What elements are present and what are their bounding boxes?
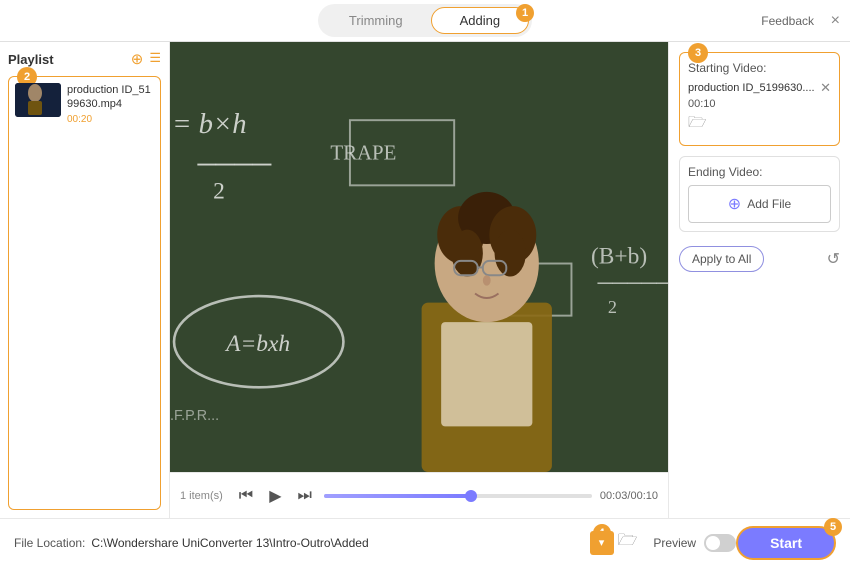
svg-text:A=bxh: A=bxh <box>224 331 290 357</box>
starting-video-section: 3 Starting Video: production ID_5199630.… <box>679 52 840 146</box>
svg-text:2: 2 <box>608 297 617 317</box>
apply-to-all-button[interactable]: Apply to All <box>679 246 764 272</box>
start-button-wrap: 5 Start <box>736 526 836 560</box>
section-badge-3: 3 <box>688 43 708 63</box>
starting-video-clear-button[interactable]: ✕ <box>820 81 831 94</box>
ending-video-section: Ending Video: ⊕ Add File <box>679 156 840 232</box>
playlist-icons: ⊕ ☰ <box>131 50 161 68</box>
main-layout: Playlist ⊕ ☰ 2 <box>0 42 850 518</box>
top-bar: Trimming Adding 1 Feedback × <box>0 0 850 42</box>
thumbnail <box>15 83 61 117</box>
starting-video-label: Starting Video: <box>688 61 831 75</box>
file-location-label: File Location: <box>14 536 85 550</box>
playlist-title: Playlist <box>8 52 54 67</box>
item-name: production ID_5199630.mp4 <box>67 83 154 112</box>
svg-text:P.D.F.P.R...: P.D.F.P.R... <box>170 408 219 424</box>
feedback-link[interactable]: Feedback <box>761 14 814 28</box>
tab-group: Trimming Adding 1 <box>318 4 532 37</box>
apply-section: Apply to All ↺ <box>679 246 840 272</box>
starting-video-browse-button[interactable]: 🗁 <box>688 112 707 137</box>
close-button[interactable]: × <box>831 13 840 29</box>
starting-video-filename: production ID_5199630.... <box>688 82 816 94</box>
ending-video-label: Ending Video: <box>688 165 831 179</box>
progress-fill <box>324 494 471 498</box>
bottom-bar: File Location: C:\Wondershare UniConvert… <box>0 518 850 566</box>
controls-bar: 1 item(s) ⏮ ▶ ⏭ 00:03/00:10 <box>170 472 668 518</box>
time-total: 00:10 <box>630 490 658 502</box>
svg-text:─────: ───── <box>597 271 668 295</box>
svg-text:A = b×h: A = b×h <box>170 108 247 140</box>
svg-text:TRAPE: TRAPE <box>330 140 396 164</box>
tab-trimming[interactable]: Trimming <box>321 8 431 33</box>
svg-text:2: 2 <box>213 178 225 204</box>
thumbnail-svg <box>15 83 61 117</box>
browse-output-button[interactable]: 🗁 <box>618 529 638 556</box>
playlist-header: Playlist ⊕ ☰ <box>8 50 161 68</box>
item-duration: 00:20 <box>67 114 154 125</box>
time-current: 00:03 <box>600 490 628 502</box>
add-file-icon: ⊕ <box>728 194 741 214</box>
tab-adding[interactable]: Adding 1 <box>431 7 529 34</box>
starting-video-file-row: production ID_5199630.... ✕ <box>688 81 831 94</box>
progress-thumb[interactable] <box>465 490 477 502</box>
tab-trimming-label: Trimming <box>349 13 403 28</box>
playlist-area: 2 production ID_5199630.mp4 <box>8 76 161 510</box>
svg-text:────: ──── <box>196 149 271 178</box>
skip-forward-button[interactable]: ⏭ <box>294 485 316 507</box>
item-count: 1 item(s) <box>180 490 223 502</box>
preview-toggle[interactable] <box>704 534 736 552</box>
list-item[interactable]: production ID_5199630.mp4 00:20 <box>15 83 154 125</box>
left-panel: Playlist ⊕ ☰ 2 <box>0 42 170 518</box>
right-panel: 3 Starting Video: production ID_5199630.… <box>668 42 850 518</box>
add-file-label: Add File <box>747 197 791 211</box>
starting-video-duration: 00:10 <box>688 98 831 110</box>
video-area: A = b×h ──── 2 ? TRAPE A=bxh (B+b) ─────… <box>170 42 668 472</box>
dropdown-wrap: 4 ▾ <box>590 531 614 555</box>
file-location-value: C:\Wondershare UniConverter 13\Intro-Out… <box>91 536 587 550</box>
refresh-button[interactable]: ↺ <box>827 249 840 269</box>
item-info: production ID_5199630.mp4 00:20 <box>67 83 154 125</box>
add-media-icon[interactable]: ⊕ <box>131 50 144 68</box>
thumbnail-inner <box>15 83 61 117</box>
remove-media-icon[interactable]: ☰ <box>149 50 161 68</box>
play-button[interactable]: ▶ <box>265 484 285 508</box>
start-button[interactable]: Start <box>736 526 836 560</box>
skip-back-button[interactable]: ⏮ <box>235 485 257 507</box>
preview-label: Preview <box>653 536 696 550</box>
tab-adding-label: Adding <box>460 13 500 28</box>
add-file-button[interactable]: ⊕ Add File <box>688 185 831 223</box>
apply-to-all-label: Apply to All <box>692 252 751 266</box>
dropdown-button[interactable]: ▾ <box>590 531 614 555</box>
progress-bar[interactable] <box>324 494 592 498</box>
start-badge: 5 <box>824 518 842 536</box>
time-display: 00:03/00:10 <box>600 490 658 502</box>
file-location-actions: 4 ▾ 🗁 <box>590 529 638 556</box>
tab-adding-badge: 1 <box>516 4 534 22</box>
svg-text:(B+b): (B+b) <box>591 244 647 270</box>
center-panel: A = b×h ──── 2 ? TRAPE A=bxh (B+b) ─────… <box>170 42 668 518</box>
video-scene: A = b×h ──── 2 ? TRAPE A=bxh (B+b) ─────… <box>170 42 668 472</box>
